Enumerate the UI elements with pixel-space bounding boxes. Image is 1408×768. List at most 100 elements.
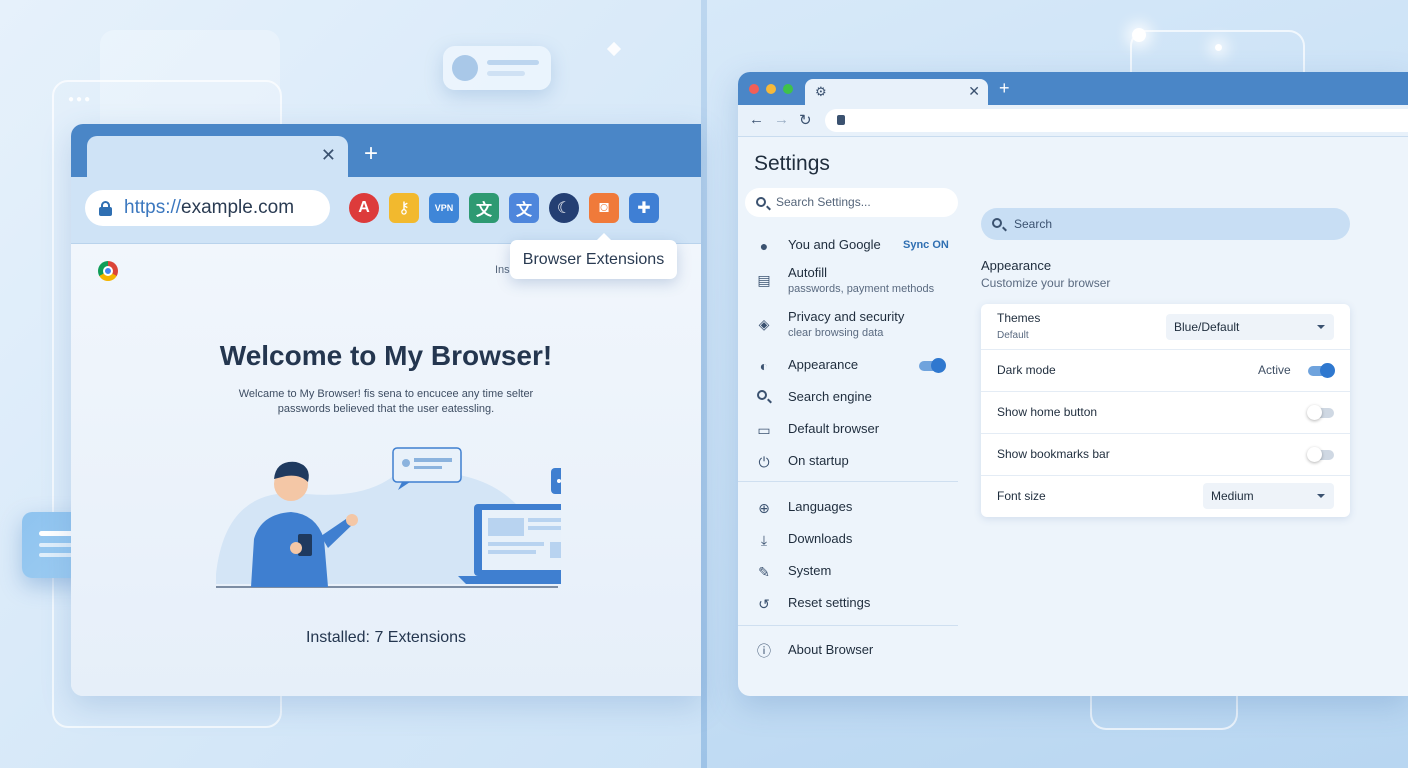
- url-text: https://example.com: [124, 197, 294, 219]
- close-tab-icon[interactable]: ✕: [968, 83, 980, 100]
- sidebar-item-privacy[interactable]: ◈ Privacy and security clear browsing da…: [738, 308, 958, 340]
- sidebar-divider: [738, 481, 958, 482]
- sidebar-item-label: Privacy and security: [788, 309, 905, 324]
- sidebar-item-on-startup[interactable]: ⏻ On startup: [738, 451, 958, 473]
- ghost-frame-decoration: [1130, 30, 1305, 72]
- settings-search-input[interactable]: Search Settings...: [745, 188, 958, 217]
- sidebar-item-label: About Browser: [788, 642, 874, 657]
- window-minimize-button[interactable]: [766, 84, 776, 94]
- ghost-window-dots: ●●●: [68, 94, 93, 105]
- home-button-toggle[interactable]: [1307, 405, 1334, 420]
- sidebar-item-system[interactable]: ✎ System: [738, 561, 958, 583]
- sidebar-item-search-engine[interactable]: Search engine: [738, 387, 958, 409]
- dark-mode-toggle[interactable]: [1308, 363, 1335, 378]
- settings-search-placeholder: Search Settings...: [776, 195, 871, 209]
- sidebar-divider: [738, 625, 958, 626]
- info-icon: ⓘ: [757, 643, 771, 659]
- window-close-button[interactable]: [749, 84, 759, 94]
- main-search-placeholder: Search: [1014, 217, 1053, 231]
- settings-page: Settings Search Settings... ● You and Go…: [738, 137, 1408, 696]
- welcome-subtitle-line: passwords believed that the user eatessl…: [277, 403, 495, 415]
- floating-profile-card: [443, 46, 551, 90]
- sidebar-item-label: Languages: [788, 499, 853, 514]
- vpn-extension-icon[interactable]: VPN: [429, 193, 459, 223]
- dark-mode-status: Active: [1258, 363, 1291, 377]
- password-key-extension-icon[interactable]: ⚷: [389, 193, 419, 223]
- sidebar-item-reset[interactable]: ↺ Reset settings: [738, 593, 958, 615]
- themes-select[interactable]: Blue/Default: [1166, 314, 1334, 340]
- google-translate-extension-icon[interactable]: 文: [509, 193, 539, 223]
- sidebar-item-sublabel: passwords, payment methods: [788, 283, 935, 295]
- url-protocol: https://: [124, 197, 182, 218]
- wrench-icon: ✎: [758, 564, 770, 580]
- welcome-subtitle: Welcame to My Browser! fis sena to encuc…: [231, 387, 541, 417]
- sidebar-item-sublabel: clear browsing data: [788, 327, 884, 339]
- address-bar[interactable]: https://example.com: [85, 190, 330, 226]
- main-search-input[interactable]: Search: [981, 208, 1350, 240]
- welcome-subtitle-line: Welcame to My Browser! fis sena to encuc…: [238, 388, 534, 400]
- person-icon: ●: [759, 238, 769, 254]
- chevron-down-icon: [1317, 494, 1325, 498]
- browser-window-icon: ▭: [757, 422, 771, 438]
- sidebar-item-about[interactable]: ⓘ About Browser: [738, 640, 958, 662]
- welcome-illustration: [216, 447, 561, 588]
- reload-icon[interactable]: ↻: [799, 111, 812, 129]
- sidebar-item-autofill[interactable]: ▤ Autofill passwords, payment methods: [738, 264, 958, 296]
- translate-shield-extension-icon[interactable]: 文: [469, 193, 499, 223]
- url-host: example.com: [181, 197, 295, 218]
- split-divider: [701, 0, 707, 768]
- bookmarks-bar-label: Show bookmarks bar: [997, 447, 1110, 461]
- lock-icon: [99, 201, 112, 216]
- search-icon: [992, 218, 1002, 228]
- settings-title: Settings: [754, 152, 830, 175]
- sidebar-item-label: Reset settings: [788, 595, 871, 610]
- new-tab-icon[interactable]: +: [999, 78, 1010, 99]
- sidebar-item-languages[interactable]: ⊕ Languages: [738, 497, 958, 519]
- bookmarks-bar-toggle[interactable]: [1307, 447, 1334, 462]
- home-button-label: Show home button: [997, 405, 1098, 419]
- sidebar-item-default-browser[interactable]: ▭ Default browser: [738, 419, 958, 441]
- forward-arrow-icon[interactable]: →: [774, 111, 789, 128]
- welcome-page: Ins Welcome to My Browser! Welcame to My…: [71, 244, 701, 696]
- palette-icon: ◐: [759, 358, 769, 374]
- globe-icon: ⊕: [758, 500, 770, 516]
- dark-mode-label: Dark mode: [997, 363, 1056, 377]
- tab-strip: ✕ +: [71, 124, 701, 177]
- lock-icon: [837, 115, 845, 125]
- sidebar-item-label: Autofill: [788, 265, 828, 280]
- back-arrow-icon[interactable]: ←: [749, 111, 764, 128]
- angular-extension-icon[interactable]: A: [349, 193, 379, 223]
- browser-logo-icon: [98, 261, 118, 281]
- settings-address-bar[interactable]: [825, 109, 1408, 132]
- window-maximize-button[interactable]: [783, 84, 793, 94]
- left-browser-window: ✕ + https://example.com A ⚷ VPN 文文 ☾ ◙ ✚ Ins W…: [71, 124, 701, 696]
- sidebar-item-label: Downloads: [788, 531, 853, 546]
- extensions-puzzle-icon[interactable]: ✚: [629, 193, 659, 223]
- gear-icon: ⚙: [815, 84, 827, 99]
- sidebar-item-downloads[interactable]: ⤓ Downloads: [738, 529, 958, 551]
- close-tab-icon[interactable]: ✕: [321, 145, 336, 166]
- font-size-select[interactable]: Medium: [1203, 483, 1334, 509]
- appearance-toggle[interactable]: [919, 358, 946, 373]
- home-button-row: Show home button: [981, 392, 1350, 434]
- navigation-bar: ← → ↻: [738, 105, 1408, 137]
- sidebar-item-label: On startup: [788, 453, 849, 468]
- settings-tab-strip: ⚙ ✕ +: [738, 72, 1408, 105]
- sidebar-item-label: Search engine: [788, 389, 872, 404]
- sidebar-item-appearance[interactable]: ◐ Appearance: [738, 355, 958, 377]
- sidebar-item-you-and-google[interactable]: ● You and Google Sync ON: [738, 235, 958, 257]
- sidebar-item-label: Default browser: [788, 421, 880, 436]
- glow-dot-icon: [1132, 28, 1146, 42]
- card-line: [487, 60, 539, 65]
- dark-mode-extension-icon[interactable]: ☾: [549, 193, 579, 223]
- screenshot-extension-icon[interactable]: ◙: [589, 193, 619, 223]
- sync-status-badge: Sync ON: [903, 239, 949, 251]
- chevron-down-icon: [1317, 325, 1325, 329]
- active-tab[interactable]: ✕: [87, 136, 348, 177]
- welcome-title: Welcome to My Browser!: [219, 340, 553, 371]
- new-tab-icon[interactable]: +: [364, 140, 378, 168]
- settings-tab[interactable]: ⚙ ✕: [805, 79, 988, 105]
- sparkle-icon: [606, 41, 622, 57]
- card-line: [487, 71, 525, 76]
- dark-mode-row: Dark mode Active: [981, 350, 1350, 392]
